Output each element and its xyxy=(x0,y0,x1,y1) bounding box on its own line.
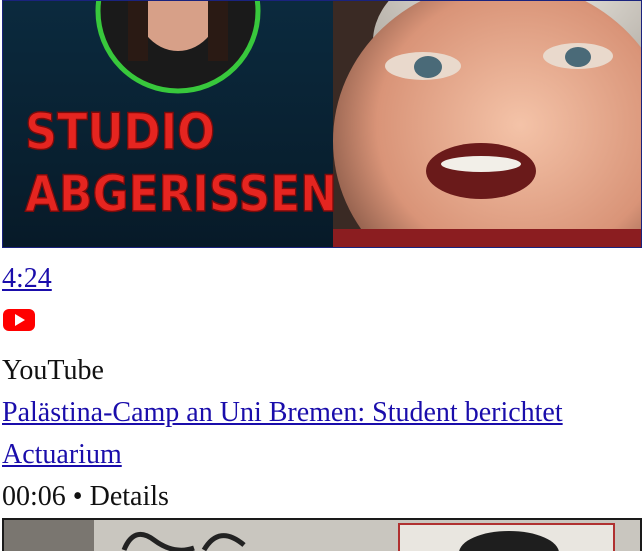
thumbnail-headline-line1: STUDIO xyxy=(25,103,215,161)
video-title-link[interactable]: Palästina-Camp an Uni Bremen: Student be… xyxy=(2,396,642,430)
video-thumbnail-2[interactable] xyxy=(2,518,642,551)
separator: • xyxy=(72,481,83,512)
details-link[interactable]: Details xyxy=(90,481,169,512)
source-name: YouTube xyxy=(2,355,104,386)
video-thumbnail-1[interactable]: STUDIO ABGERISSEN xyxy=(2,0,642,248)
youtube-icon xyxy=(2,308,36,332)
video-duration: 00:06 xyxy=(2,481,66,512)
thumbnail-headline-line2: ABGERISSEN xyxy=(25,165,337,223)
channel-link[interactable]: Actuarium xyxy=(2,438,122,472)
video-meta: 00:06 • Details xyxy=(2,480,169,514)
video-duration-link[interactable]: 4:24 xyxy=(2,262,52,296)
